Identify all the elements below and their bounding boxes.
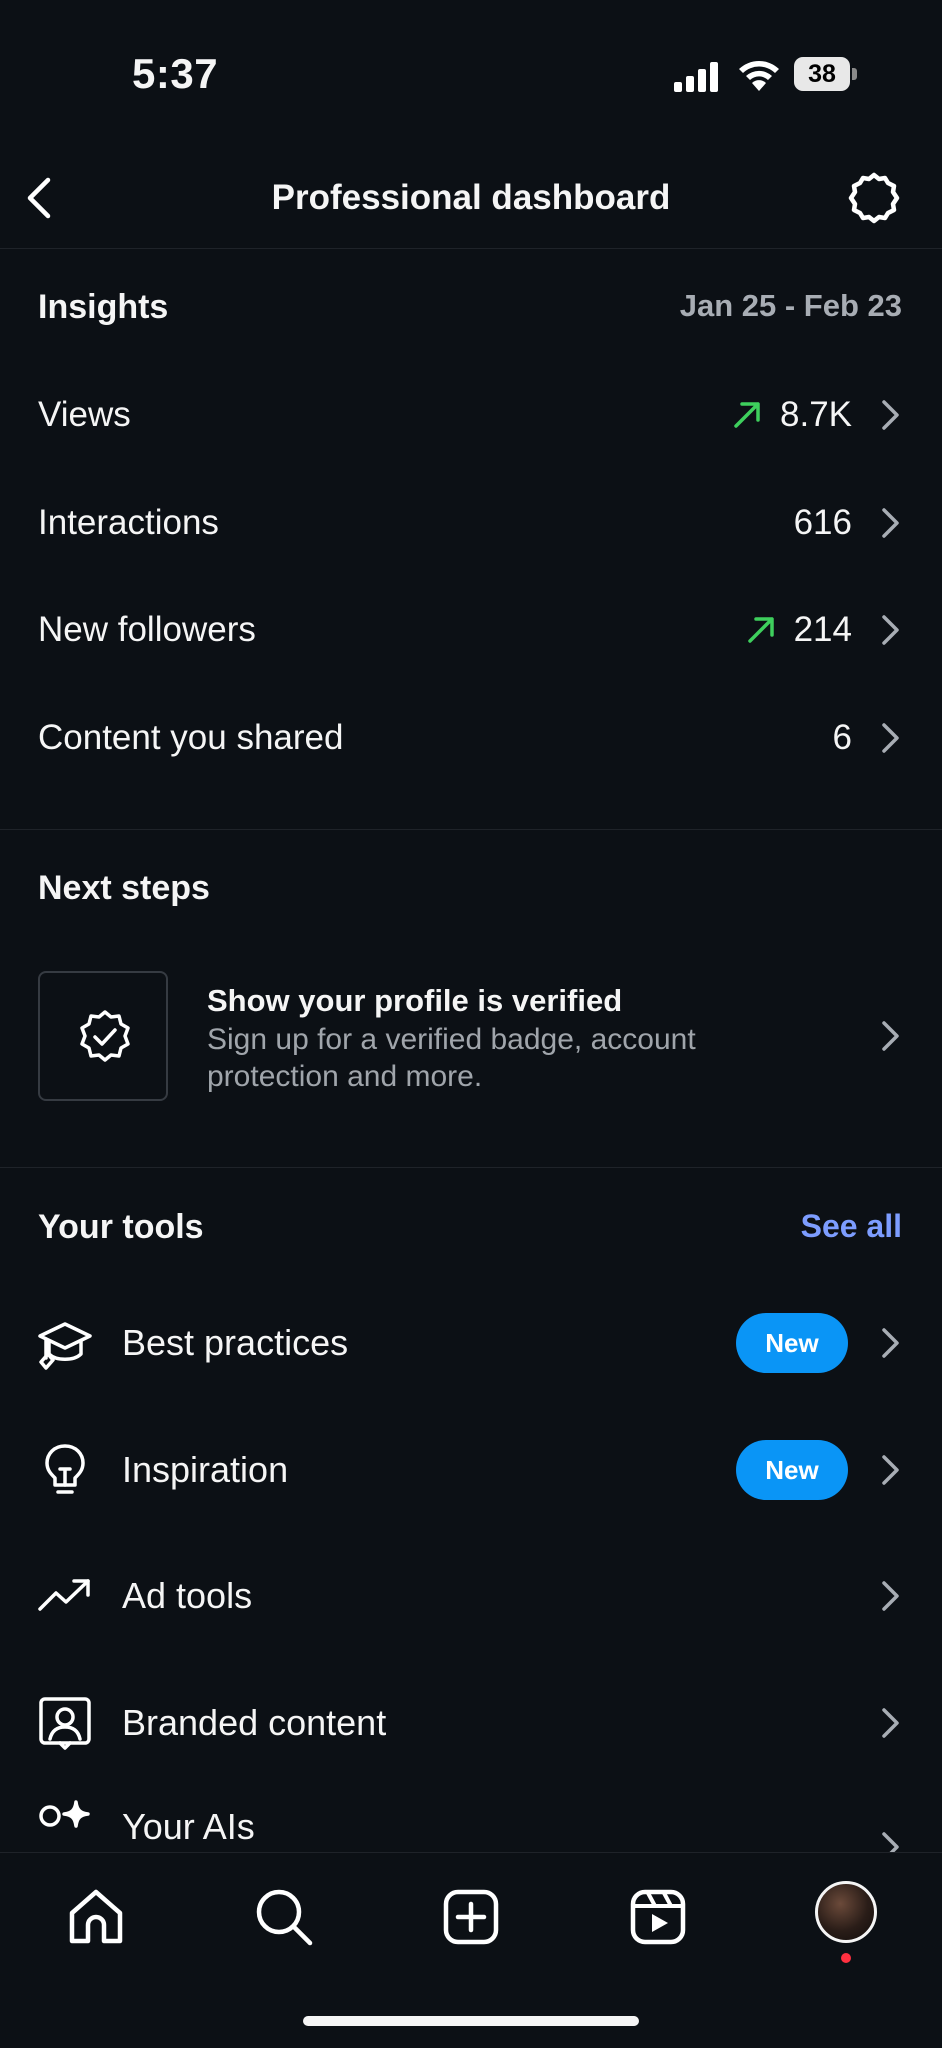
gear-icon bbox=[848, 172, 900, 224]
chevron-right-icon bbox=[878, 1579, 902, 1613]
ai-sparkle-icon bbox=[36, 1796, 94, 1852]
verified-card-title: Show your profile is verified bbox=[207, 983, 623, 1018]
insight-row-new-followers[interactable]: New followers 214 bbox=[0, 580, 942, 680]
insight-row-interactions[interactable]: Interactions 616 bbox=[0, 473, 942, 573]
chevron-right-icon bbox=[878, 1326, 902, 1360]
trend-up-icon bbox=[746, 615, 776, 645]
home-indicator[interactable] bbox=[303, 2016, 639, 2026]
page-title: Professional dashboard bbox=[271, 178, 671, 217]
tool-row-best-practices[interactable]: Best practices New bbox=[0, 1288, 942, 1398]
notification-dot bbox=[841, 1953, 851, 1963]
trend-up-icon bbox=[732, 400, 762, 430]
insight-row-views[interactable]: Views 8.7K bbox=[0, 365, 942, 465]
insight-value: 6 bbox=[832, 718, 852, 757]
trending-up-icon bbox=[36, 1567, 94, 1625]
insight-row-content-shared[interactable]: Content you shared 6 bbox=[0, 688, 942, 788]
search-icon bbox=[256, 1889, 313, 1946]
wifi-icon bbox=[738, 57, 780, 91]
insight-value: 8.7K bbox=[780, 395, 852, 434]
tool-label: Your AIs bbox=[122, 1806, 255, 1847]
tool-label: Branded content bbox=[122, 1702, 387, 1743]
battery-level: 38 bbox=[794, 57, 850, 91]
battery-icon: 38 bbox=[794, 57, 858, 91]
chevron-right-icon bbox=[878, 398, 902, 432]
chevron-right-icon bbox=[878, 1453, 902, 1487]
insights-date-range[interactable]: Jan 25 - Feb 23 bbox=[680, 288, 902, 324]
your-tools-title: Your tools bbox=[38, 1208, 204, 1246]
insight-label: Interactions bbox=[38, 503, 219, 542]
reels-icon bbox=[630, 1889, 686, 1945]
insight-value: 214 bbox=[793, 610, 852, 649]
profile-avatar[interactable] bbox=[815, 1881, 877, 1943]
section-divider bbox=[0, 1167, 942, 1168]
status-time: 5:37 bbox=[132, 50, 219, 97]
tool-row-branded-content[interactable]: Branded content bbox=[0, 1668, 942, 1778]
verified-badge-tile bbox=[38, 971, 168, 1101]
chevron-right-icon bbox=[878, 506, 902, 540]
insight-label: New followers bbox=[38, 610, 256, 649]
graduation-cap-icon bbox=[36, 1314, 94, 1372]
insight-value: 616 bbox=[793, 503, 852, 542]
tool-label: Best practices bbox=[122, 1322, 349, 1363]
branded-content-icon bbox=[36, 1694, 94, 1752]
tool-row-your-ais[interactable]: Your AIs bbox=[0, 1790, 942, 1852]
home-icon bbox=[69, 1889, 123, 1944]
cellular-signal-icon bbox=[674, 62, 722, 92]
lightbulb-icon bbox=[36, 1441, 94, 1499]
nav-search[interactable] bbox=[252, 1885, 316, 1949]
section-divider bbox=[0, 829, 942, 830]
next-steps-title: Next steps bbox=[38, 869, 210, 907]
create-icon bbox=[443, 1889, 499, 1945]
new-badge: New bbox=[736, 1440, 848, 1500]
tool-row-inspiration[interactable]: Inspiration New bbox=[0, 1415, 942, 1525]
verified-card-description: Sign up for a verified badge, account pr… bbox=[207, 1023, 696, 1093]
chevron-right-icon bbox=[878, 1019, 902, 1053]
insights-title: Insights bbox=[38, 288, 169, 326]
chevron-right-icon bbox=[878, 613, 902, 647]
nav-create[interactable] bbox=[439, 1885, 503, 1949]
tool-label: Ad tools bbox=[122, 1575, 253, 1616]
status-bar: 5:37 38 bbox=[0, 0, 942, 130]
tool-row-ad-tools[interactable]: Ad tools bbox=[0, 1541, 942, 1651]
chevron-right-icon bbox=[878, 1830, 902, 1852]
see-all-link[interactable]: See all bbox=[801, 1208, 902, 1245]
settings-button[interactable] bbox=[846, 170, 902, 226]
chevron-right-icon bbox=[878, 1706, 902, 1740]
nav-reels[interactable] bbox=[626, 1885, 690, 1949]
insight-label: Content you shared bbox=[38, 718, 344, 757]
top-header: Professional dashboard bbox=[0, 150, 942, 246]
insight-label: Views bbox=[38, 395, 131, 434]
chevron-right-icon bbox=[878, 721, 902, 755]
header-divider bbox=[0, 248, 942, 249]
tool-label: Inspiration bbox=[122, 1449, 289, 1490]
verified-badge-icon bbox=[80, 1010, 130, 1062]
new-badge: New bbox=[736, 1313, 848, 1373]
nav-home[interactable] bbox=[64, 1885, 128, 1949]
